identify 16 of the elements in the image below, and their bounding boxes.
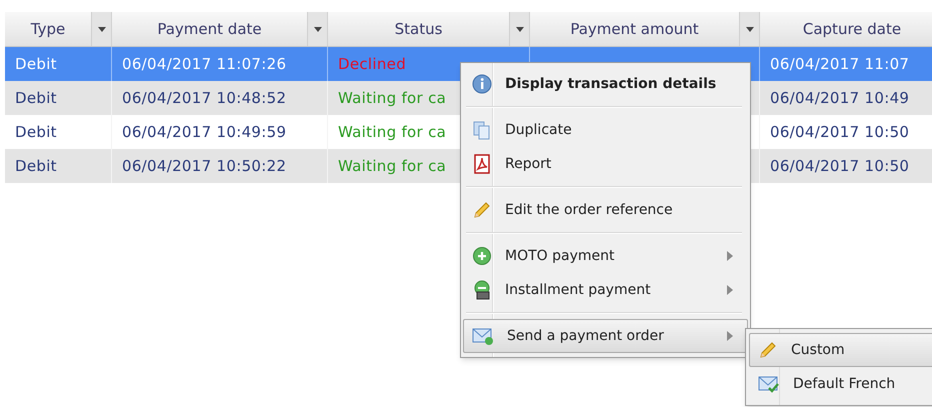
- table-cell-text: Waiting for ca: [338, 88, 446, 109]
- table-cell-text: Debit: [15, 88, 57, 109]
- table-cell-text: 06/04/2017 10:50: [770, 156, 910, 177]
- table-cell-text: Debit: [15, 122, 57, 143]
- table-cell-text: 06/04/2017 10:50:22: [122, 156, 286, 177]
- table-cell-text: 06/04/2017 10:49:59: [122, 122, 286, 143]
- table-cell-text: 06/04/2017 11:07: [770, 54, 910, 75]
- table-cell-text: Debit: [15, 156, 57, 177]
- table-cell-text: Declined: [338, 54, 406, 75]
- table-cell-text: Debit: [15, 54, 57, 75]
- table-cell-text: 06/04/2017 10:48:52: [122, 88, 286, 109]
- table-cell-text: 06/04/2017 10:49: [770, 88, 910, 109]
- table-cell-text: Waiting for ca: [338, 156, 446, 177]
- table-cell-text: Waiting for ca: [338, 122, 446, 143]
- table-cell-text: 06/04/2017 10:50: [770, 122, 910, 143]
- table-cell-text: 06/04/2017 11:07:26: [122, 54, 286, 75]
